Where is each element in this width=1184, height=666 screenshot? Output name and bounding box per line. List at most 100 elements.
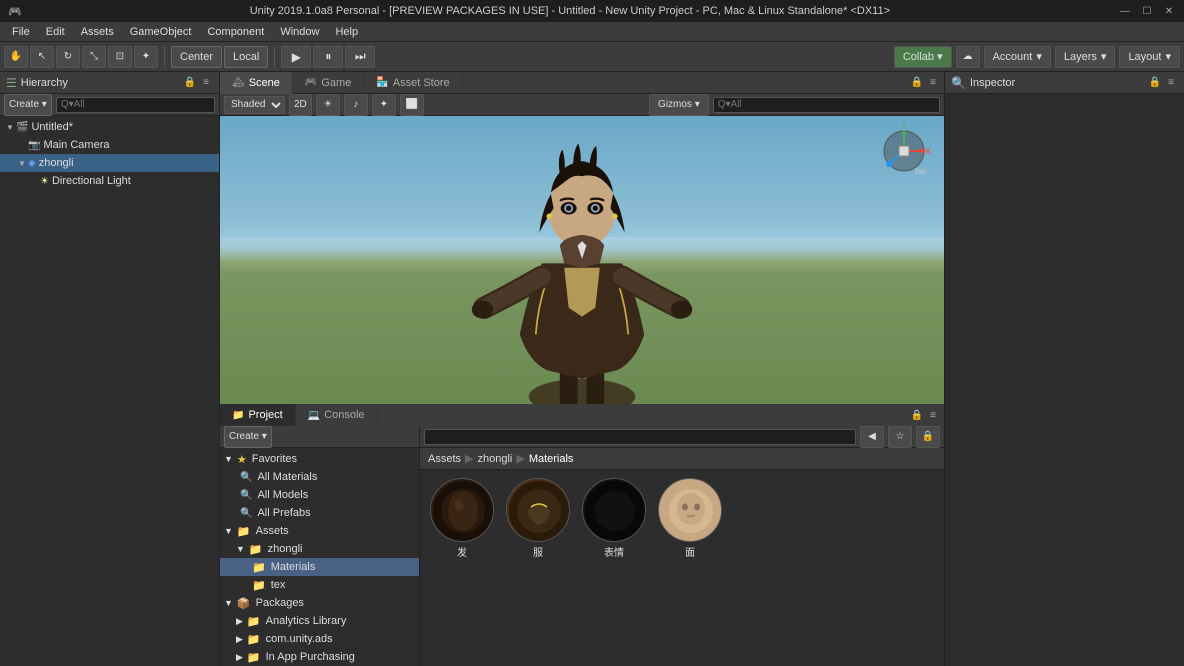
hierarchy-lock-btn[interactable]: 🔒 [183,76,197,90]
account-button[interactable]: Account ▾ [984,46,1051,68]
zhongli-folder-item[interactable]: ▼ 📁 zhongli [220,540,419,558]
maximize-button[interactable]: ☐ [1140,4,1154,18]
close-button[interactable]: ✕ [1162,4,1176,18]
minimize-button[interactable]: — [1118,4,1132,18]
account-label: Account [993,51,1033,63]
project-prev-btn[interactable]: ◀ [860,426,884,448]
tab-asset-store[interactable]: 🏪 Asset Store [364,72,462,94]
cloud-button[interactable]: ☁ [956,46,980,68]
tree-item-main-camera[interactable]: 📷 Main Camera [0,136,219,154]
materials-folder-item[interactable]: 📁 Materials [220,558,419,576]
2d-toggle[interactable]: 2D [289,94,312,116]
zhongli-arrow: ▼ [236,544,245,554]
gizmos-button[interactable]: Gizmos ▾ [649,94,709,116]
tree-item-directional-light[interactable]: ☀ Directional Light [0,172,219,190]
packages-header[interactable]: ▼ 📦 Packages [220,594,419,612]
rotate-tool[interactable]: ↻ [56,46,80,68]
local-label: Local [233,51,259,63]
materials-folder-icon: 📁 [252,561,266,574]
collab-button[interactable]: Collab ▾ [894,46,952,68]
favorites-label: Favorites [252,453,297,465]
toolbar: ✋ ↖ ↻ ⤡ ⊡ ✦ Center Local ▶ ⏸ ⏭ Collab ▾ … [0,42,1184,72]
menu-gameobject[interactable]: GameObject [122,24,200,40]
material-face-thumbnail [658,478,722,542]
hierarchy-create-button[interactable]: Create ▾ [4,94,52,116]
audio-toggle[interactable]: ♪ [344,94,368,116]
scene-search-input[interactable] [713,97,940,113]
project-lock-btn[interactable]: 🔒 [910,408,924,422]
scale-tool[interactable]: ⤡ [82,46,106,68]
analytics-library-item[interactable]: ▶ 📁 Analytics Library [220,612,419,630]
pause-button[interactable]: ⏸ [313,46,343,68]
layout-button[interactable]: Layout ▾ [1119,46,1180,68]
layout-label: Layout [1128,51,1161,63]
menu-assets[interactable]: Assets [73,24,122,40]
material-clothes[interactable]: 服 [504,478,572,658]
center-button[interactable]: Center [171,46,222,68]
bottom-area: 📁 Project 💻 Console 🔒 ≡ Create [220,404,944,666]
layers-button[interactable]: Layers ▾ [1055,46,1116,68]
hierarchy-menu-btn[interactable]: ≡ [199,76,213,90]
scene-viewport[interactable]: Y X Iso [220,116,944,404]
skybox-toggle[interactable]: ⬜ [400,94,424,116]
material-hair[interactable]: 发 [428,478,496,658]
svg-text:X: X [925,147,931,156]
play-controls: ▶ ⏸ ⏭ [281,46,375,68]
project-create-button[interactable]: Create ▾ [224,426,272,448]
menu-component[interactable]: Component [199,24,272,40]
lighting-toggle[interactable]: ☀ [316,94,340,116]
move-tool[interactable]: ↖ [30,46,54,68]
tree-label-directional-light: Directional Light [52,175,131,187]
tab-console[interactable]: 💻 Console [296,404,378,426]
all-materials-item[interactable]: 🔍 All Materials [220,468,419,486]
all-models-item[interactable]: 🔍 All Models [220,486,419,504]
project-star-btn[interactable]: ☆ [888,426,912,448]
project-menu-btn[interactable]: ≡ [926,408,940,422]
inspector-header: 🔍 Inspector 🔒 ≡ [945,72,1184,94]
tab-game[interactable]: 🎮 Game [293,72,364,94]
collab-label: Collab ▾ [903,50,943,63]
step-button[interactable]: ⏭ [345,46,375,68]
menu-window[interactable]: Window [272,24,327,40]
material-face-expr-thumbnail [582,478,646,542]
tab-scene[interactable]: 🏔 Scene [220,72,293,94]
inspector-lock-btn[interactable]: 🔒 [1148,76,1162,90]
expand-arrow-light [28,175,40,187]
material-face[interactable]: 面 [656,478,724,658]
all-prefabs-item[interactable]: 🔍 All Prefabs [220,504,419,522]
project-lock-icon[interactable]: 🔒 [916,426,940,448]
shading-mode-select[interactable]: Shaded [224,96,285,114]
transform-tool[interactable]: ✦ [134,46,158,68]
project-search-input[interactable] [424,429,856,445]
gizmos-label: Gizmos ▾ [658,99,700,110]
menu-file[interactable]: File [4,24,38,40]
menu-edit[interactable]: Edit [38,24,73,40]
breadcrumb-zhongli[interactable]: zhongli [477,453,512,465]
unity-ads-icon: 📁 [247,633,261,646]
com-unity-ads-item[interactable]: ▶ 📁 com.unity.ads [220,630,419,648]
hierarchy-icon: ☰ [6,76,17,90]
tree-item-zhongli[interactable]: ▼ ◈ zhongli [0,154,219,172]
hand-tool[interactable]: ✋ [4,46,28,68]
assets-folder-icon: 📁 [237,525,251,538]
material-face-expr[interactable]: 表情 [580,478,648,658]
inspector-menu-btn[interactable]: ≡ [1164,76,1178,90]
unity-ads-arrow: ▶ [236,634,243,645]
favorites-header[interactable]: ▼ ★ Favorites [220,450,419,468]
scene-menu-btn[interactable]: ≡ [926,76,940,90]
breadcrumb-assets[interactable]: Assets [428,453,461,465]
in-app-purchasing-item[interactable]: ▶ 📁 In App Purchasing [220,648,419,666]
scene-lock-btn[interactable]: 🔒 [910,76,924,90]
rect-tool[interactable]: ⊡ [108,46,132,68]
breadcrumb-materials[interactable]: Materials [529,453,574,465]
project-tab-label: Project [248,409,282,421]
menu-help[interactable]: Help [327,24,366,40]
assets-header[interactable]: ▼ 📁 Assets [220,522,419,540]
effects-toggle[interactable]: ✦ [372,94,396,116]
tab-project[interactable]: 📁 Project [220,404,296,426]
tree-item-untitled[interactable]: ▼ 🎬 Untitled* [0,118,219,136]
local-button[interactable]: Local [224,46,268,68]
hierarchy-search-input[interactable] [56,97,215,113]
tex-folder-item[interactable]: 📁 tex [220,576,419,594]
play-button[interactable]: ▶ [281,46,311,68]
